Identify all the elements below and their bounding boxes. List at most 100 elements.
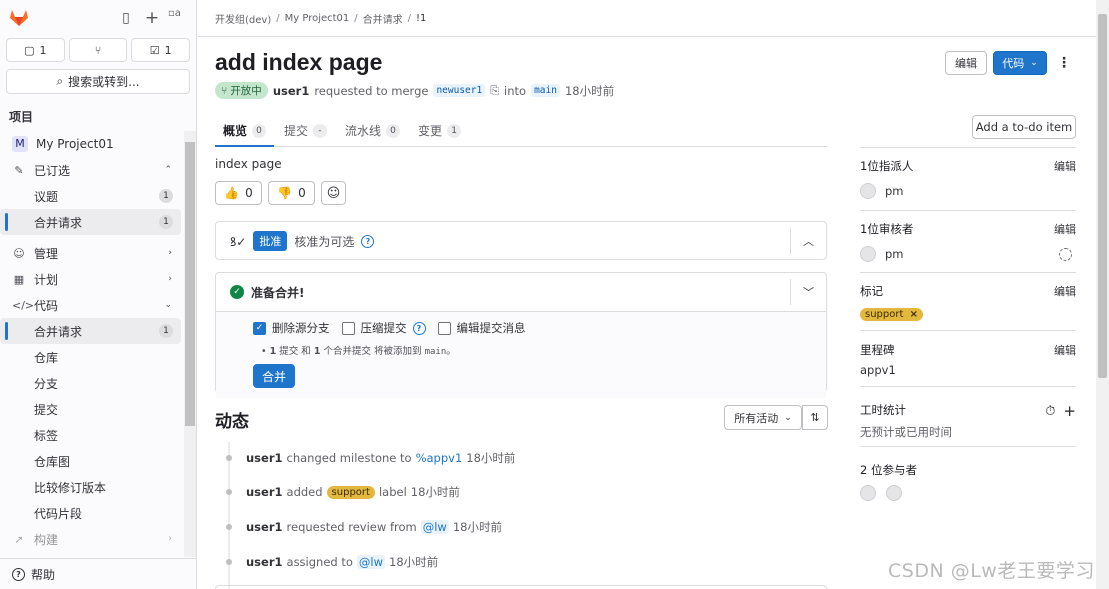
divider xyxy=(860,446,1076,447)
note-text: 提交 和 xyxy=(279,346,311,357)
divider xyxy=(860,147,1076,148)
sidebar-top: ▯ + ▫a xyxy=(0,0,196,36)
merge-panel: ✓ 准备合并! ﹀ ✓ 删除源分支 压缩提交 ? 编辑提交消息 • 1 提交 和… xyxy=(215,272,827,398)
sidebar-scrollbar-thumb[interactable] xyxy=(185,142,195,426)
activity-item: user1 added support label 18小时前 xyxy=(226,484,460,500)
copy-icon[interactable]: ⎘ xyxy=(490,84,499,98)
sidebar-item-issues[interactable]: 议题 1 xyxy=(0,183,181,209)
tab-pipelines[interactable]: 流水线 0 xyxy=(345,115,401,146)
search-button[interactable]: ⌕ 搜索或转到... xyxy=(6,69,190,94)
author-link[interactable]: user1 xyxy=(273,84,310,98)
merge-button[interactable]: 合并 xyxy=(253,364,295,388)
sidebar-item-code[interactable]: </> 代码 ⌄ xyxy=(0,292,181,318)
sidebar-item-plan[interactable]: ▦ 计划 › xyxy=(0,266,181,292)
activity-time: 18小时前 xyxy=(452,520,502,534)
labels-title: 标记 xyxy=(860,284,883,298)
pending-review-icon xyxy=(1059,247,1072,261)
stopwatch-icon[interactable]: ⏱ xyxy=(1045,404,1055,419)
sidebar-item-branches[interactable]: 分支 xyxy=(0,370,181,396)
user-mention[interactable]: @lw xyxy=(420,520,449,534)
sidebar-item-manage[interactable]: ☺ 管理 › xyxy=(0,240,181,266)
tab-overview[interactable]: 概览 0 xyxy=(214,115,275,147)
count-badge: 1 xyxy=(159,215,173,229)
edit-milestone-button[interactable]: 编辑 xyxy=(1054,342,1076,358)
sidebar-item-compare[interactable]: 比较修订版本 xyxy=(0,474,181,500)
squash-commits-checkbox[interactable]: 压缩提交 ? xyxy=(341,320,426,336)
chevron-up-icon[interactable]: ︿ xyxy=(790,228,826,254)
into-text: into xyxy=(504,83,527,98)
milestone-value[interactable]: appv1 xyxy=(860,363,1076,377)
merge-request-icon: ⑂ xyxy=(94,43,102,57)
breadcrumb-merge-requests[interactable]: 合并请求 xyxy=(363,11,403,26)
plus-icon[interactable]: + xyxy=(144,10,160,27)
note-branch: main xyxy=(424,347,447,357)
close-icon[interactable]: × xyxy=(910,309,918,320)
edit-reviewers-button[interactable]: 编辑 xyxy=(1054,221,1076,237)
edit-commit-message-checkbox[interactable]: 编辑提交消息 xyxy=(437,320,526,336)
activity-user[interactable]: user1 xyxy=(246,451,283,465)
activity-user[interactable]: user1 xyxy=(246,520,283,534)
approve-button[interactable]: 批准 xyxy=(253,231,288,251)
thumbs-up-button[interactable]: 👍 0 xyxy=(215,181,262,205)
smiley-icon: ☺ xyxy=(326,185,341,201)
sidebar-toggle-icon[interactable]: ▯ xyxy=(118,10,134,26)
participant-avatar[interactable] xyxy=(860,485,876,501)
breadcrumb-project[interactable]: My Project01 xyxy=(285,13,350,24)
delete-source-branch-checkbox[interactable]: ✓ 删除源分支 xyxy=(253,320,330,336)
sidebar-item-snippets[interactable]: 代码片段 xyxy=(0,500,181,526)
activity-text: label xyxy=(378,485,407,499)
activity-user[interactable]: user1 xyxy=(246,555,283,569)
help-icon[interactable]: ? xyxy=(412,321,426,335)
label-chip[interactable]: support × xyxy=(860,308,923,321)
status-badge: ⑂ 开放中 xyxy=(215,82,268,99)
sidebar-item-pinned[interactable]: ✎ 已订选 ⌃ xyxy=(0,157,181,183)
source-branch[interactable]: newuser1 xyxy=(433,84,486,97)
participant-avatar[interactable] xyxy=(886,485,902,501)
chevron-down-icon[interactable]: ﹀ xyxy=(790,279,826,305)
user-avatar[interactable]: ▫a xyxy=(168,8,188,26)
sidebar-item-merge-requests[interactable]: 合并请求 1 xyxy=(0,318,181,344)
sidebar-item-build[interactable]: ➚ 构建 › xyxy=(0,526,181,552)
label-chip[interactable]: support xyxy=(326,485,375,499)
merge-requests-counter-button[interactable]: ⑂ xyxy=(68,38,128,62)
todos-counter-button[interactable]: ☑ 1 xyxy=(131,38,191,62)
sidebar-item-repository[interactable]: 仓库 xyxy=(0,344,181,370)
tab-commits[interactable]: 提交 - xyxy=(284,115,328,146)
reviewers-block: 1位审核者 编辑 pm xyxy=(860,221,1076,262)
activity-title: 动态 xyxy=(215,412,249,432)
calendar-icon: ▦ xyxy=(13,272,25,286)
tab-changes[interactable]: 变更 1 xyxy=(418,115,462,146)
sidebar-item-label: 代码 xyxy=(34,298,59,313)
breadcrumb-mr-id[interactable]: !1 xyxy=(416,13,426,24)
target-branch[interactable]: main xyxy=(531,84,560,97)
issues-counter-button[interactable]: ▢ 1 xyxy=(6,38,65,62)
edit-labels-button[interactable]: 编辑 xyxy=(1054,283,1076,299)
sidebar-item-project[interactable]: M My Project01 xyxy=(0,131,181,157)
reviewer-name[interactable]: pm xyxy=(885,247,904,261)
user-mention[interactable]: @lw xyxy=(356,555,386,569)
activity-user[interactable]: user1 xyxy=(246,485,283,499)
assignee-name[interactable]: pm xyxy=(885,184,904,198)
add-reaction-button[interactable]: ☺ xyxy=(321,181,346,205)
sidebar-item-commits[interactable]: 提交 xyxy=(0,396,181,422)
sidebar-item-tags[interactable]: 标签 xyxy=(0,422,181,448)
sidebar-item-pinned-merge-requests[interactable]: 合并请求 1 xyxy=(0,209,181,235)
thumbs-down-button[interactable]: 👎 0 xyxy=(268,181,315,205)
tab-count: - xyxy=(313,123,328,138)
timeline-dot xyxy=(226,489,232,495)
sidebar-item-label: 比较修订版本 xyxy=(34,480,107,495)
assignees-block: 1位指派人 编辑 pm xyxy=(860,158,1076,199)
sort-order-button[interactable]: ⇅ xyxy=(802,405,828,430)
plus-icon[interactable]: + xyxy=(1063,402,1076,420)
milestone-link[interactable]: %appv1 xyxy=(416,451,463,465)
activity-filter-dropdown[interactable]: 所有活动 ⌄ xyxy=(724,405,802,430)
breadcrumb-group[interactable]: 开发组(dev) xyxy=(215,11,271,26)
gitlab-logo-icon[interactable] xyxy=(9,9,29,27)
help-icon[interactable]: ? xyxy=(361,234,375,248)
help-button[interactable]: ? 帮助 xyxy=(0,558,196,589)
sidebar-item-repo-graph[interactable]: 仓库图 xyxy=(0,448,181,474)
todos-count: 1 xyxy=(164,43,172,57)
search-icon: ⌕ xyxy=(56,74,64,88)
edit-assignees-button[interactable]: 编辑 xyxy=(1054,158,1076,174)
page-scrollbar-thumb[interactable] xyxy=(1098,14,1107,378)
